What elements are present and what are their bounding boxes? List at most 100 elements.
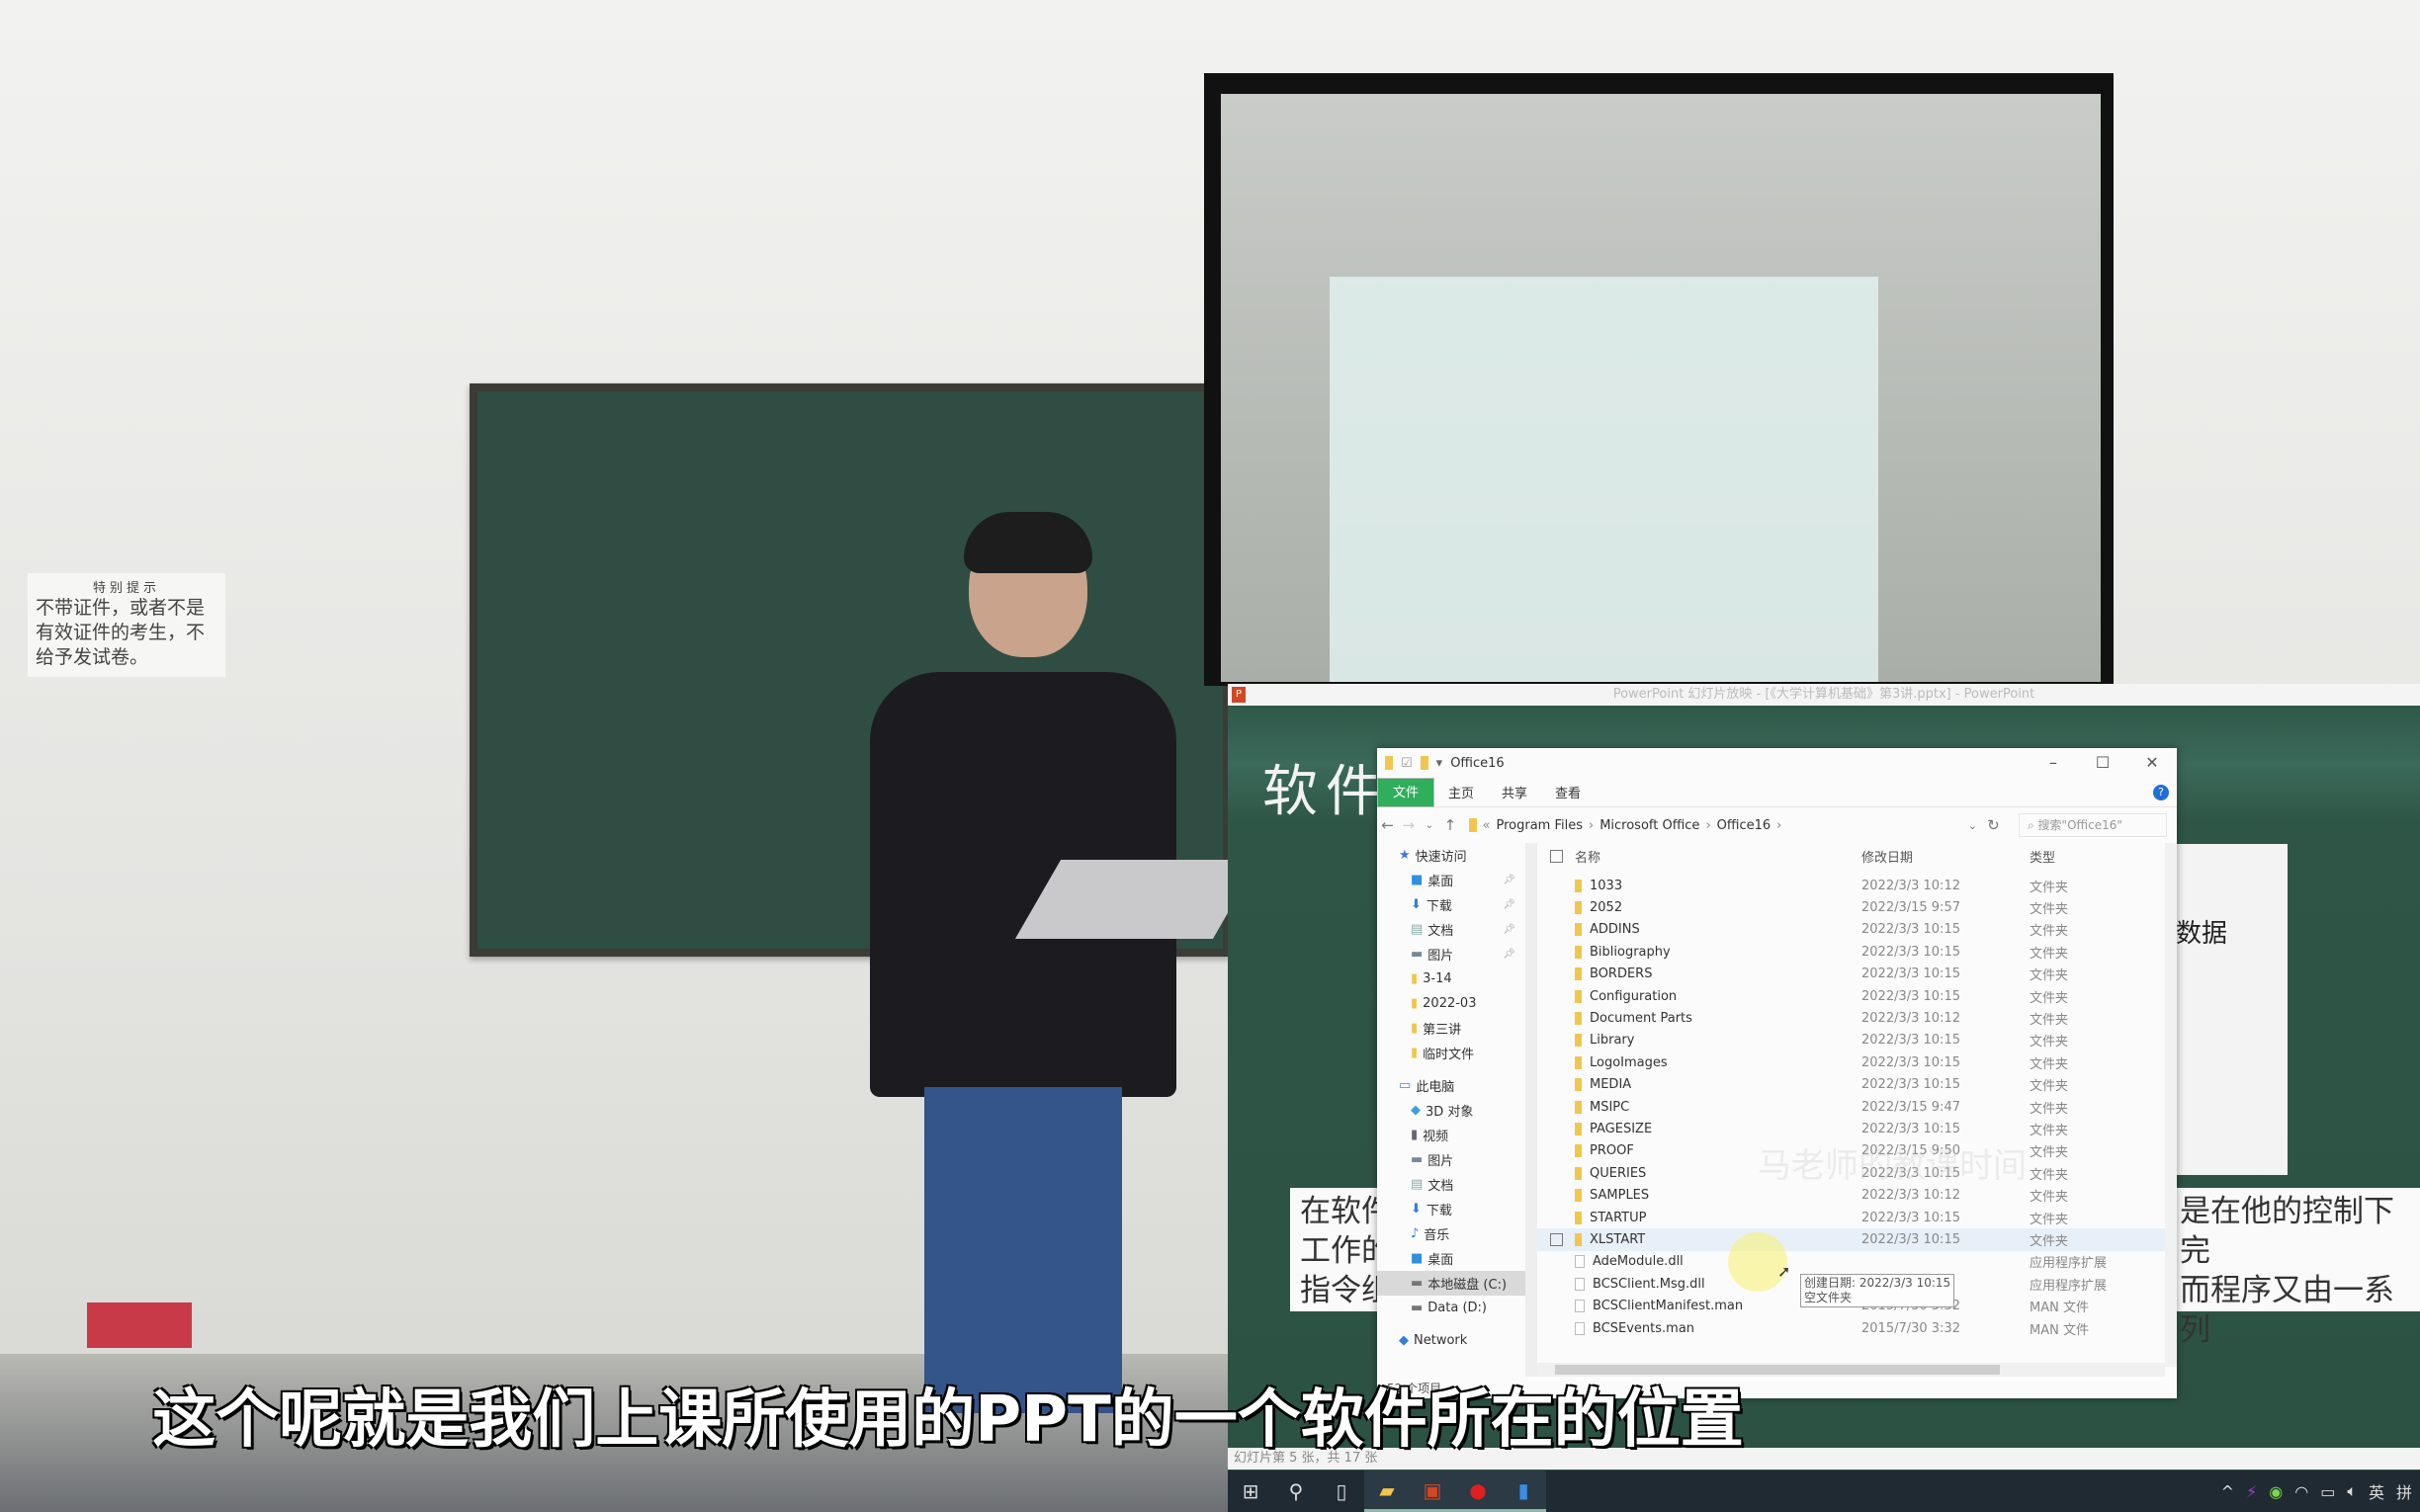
properties-icon[interactable]: ☑ xyxy=(1401,756,1413,771)
close-button[interactable]: ✕ xyxy=(2127,748,2177,778)
address-dropdown-icon[interactable]: ⌄ xyxy=(1962,819,1983,832)
breadcrumb[interactable]: « Program Files › Microsoft Office › Offic… xyxy=(1468,812,1962,838)
column-type[interactable]: 类型 xyxy=(2030,847,2055,866)
sidebar-item[interactable]: ■ 桌面 📌︎ xyxy=(1377,868,1525,892)
task-view-icon[interactable]: ▯ xyxy=(1319,1470,1364,1512)
file-row[interactable]: Document Parts 2022/3/3 10:12 文件夹 xyxy=(1537,1007,2165,1029)
file-date: 2022/3/3 10:15 xyxy=(1861,922,1960,938)
help-icon[interactable]: ? xyxy=(2153,785,2169,800)
sidebar-item[interactable]: ▮ 第三讲 xyxy=(1377,1016,1525,1041)
back-arrow-icon[interactable]: ← xyxy=(1377,816,1398,834)
recorder-icon[interactable]: ● xyxy=(1455,1470,1501,1512)
file-row[interactable]: AdeModule.dll 应用程序扩展 xyxy=(1537,1251,2165,1273)
file-row[interactable]: BORDERS 2022/3/3 10:15 文件夹 xyxy=(1537,964,2165,985)
sidebar-item[interactable]: ▬ 本地磁盘 (C:) xyxy=(1377,1271,1525,1296)
file-row[interactable]: Configuration 2022/3/3 10:15 文件夹 xyxy=(1537,985,2165,1007)
sidebar-item[interactable]: ◆ Network xyxy=(1377,1328,1525,1353)
app-tray-icon[interactable]: ⚡ xyxy=(2246,1482,2257,1501)
file-row[interactable]: 1033 2022/3/3 10:12 文件夹 xyxy=(1537,875,2165,896)
breadcrumb-item[interactable]: Office16 xyxy=(1717,818,1772,833)
explorer-title-bar[interactable]: ☑ ▾ Office16 – ☐ ✕ xyxy=(1377,748,2177,778)
tab-share[interactable]: 共享 xyxy=(1488,783,1541,801)
battery-icon[interactable]: ▭ xyxy=(2320,1482,2335,1501)
file-type: 文件夹 xyxy=(2030,1013,2069,1029)
file-row[interactable]: XLSTART 2022/3/3 10:15 文件夹 xyxy=(1537,1228,2165,1251)
search-input[interactable]: ⌕ 搜索"Office16" xyxy=(2019,813,2167,837)
tab-view[interactable]: 查看 xyxy=(1541,783,1595,801)
file-type: 文件夹 xyxy=(2030,1035,2069,1050)
folder-icon: ▮ xyxy=(1411,971,1419,986)
file-row[interactable]: STARTUP 2022/3/3 10:15 文件夹 xyxy=(1537,1207,2165,1228)
vertical-scrollbar[interactable] xyxy=(2165,843,2177,1367)
mouse-cursor-icon: ➚ xyxy=(1777,1262,1791,1281)
file-row[interactable]: ADDINS 2022/3/3 10:15 文件夹 xyxy=(1537,919,2165,941)
refresh-icon[interactable]: ↻ xyxy=(1983,816,2004,834)
customize-quick-access-icon[interactable]: ▾ xyxy=(1436,756,1443,771)
sidebar-item[interactable]: ▮ 临时文件 xyxy=(1377,1041,1525,1065)
sidebar-item[interactable]: ◆ 3D 对象 xyxy=(1377,1098,1525,1123)
forward-arrow-icon[interactable]: → xyxy=(1398,816,1419,834)
file-row[interactable]: Bibliography 2022/3/3 10:15 文件夹 xyxy=(1537,941,2165,963)
file-row[interactable]: MSIPC 2022/3/15 9:47 文件夹 xyxy=(1537,1096,2165,1118)
search-icon[interactable]: ⚲ xyxy=(1273,1470,1319,1512)
minimize-button[interactable]: – xyxy=(2029,748,2078,778)
sidebar-item[interactable]: ■ 桌面 xyxy=(1377,1246,1525,1271)
sidebar-item-label: 音乐 xyxy=(1424,1228,1450,1243)
sidebar-item-label: 文档 xyxy=(1427,924,1454,939)
breadcrumb-item[interactable]: Microsoft Office xyxy=(1599,818,1699,833)
file-name: MEDIA xyxy=(1590,1077,1632,1093)
folder-icon xyxy=(1575,1100,1582,1114)
system-tray: ^ ⚡ ◉ ◠ ▭ 🔈︎ 英 拼 xyxy=(2221,1470,2412,1512)
wifi-icon[interactable]: ◠ xyxy=(2294,1482,2308,1501)
navigation-scrollbar[interactable] xyxy=(1525,843,1537,1377)
powerpoint-icon[interactable]: ▣ xyxy=(1410,1470,1455,1512)
file-row[interactable]: MEDIA 2022/3/3 10:15 文件夹 xyxy=(1537,1074,2165,1096)
input-language[interactable]: 英 xyxy=(2369,1479,2384,1503)
sidebar-item[interactable]: ⬇ 下载 xyxy=(1377,1197,1525,1221)
sidebar-item-label: 下载 xyxy=(1426,1204,1452,1218)
pin-icon: 📌︎ xyxy=(1503,924,1515,935)
new-folder-icon[interactable] xyxy=(1420,756,1428,770)
breadcrumb-item[interactable]: Program Files xyxy=(1496,818,1583,833)
input-method[interactable]: 拼 xyxy=(2396,1479,2412,1503)
sidebar-item[interactable]: ▭ 此电脑 xyxy=(1377,1073,1525,1098)
column-date[interactable]: 修改日期 xyxy=(1861,847,2030,866)
maximize-button[interactable]: ☐ xyxy=(2078,748,2127,778)
file-row[interactable]: 2052 2022/3/15 9:57 文件夹 xyxy=(1537,896,2165,918)
recording-tray-icon[interactable]: ◉ xyxy=(2269,1482,2283,1501)
sidebar-item[interactable]: ▬ Data (D:) xyxy=(1377,1296,1525,1320)
file-name: PAGESIZE xyxy=(1590,1121,1653,1136)
sidebar-item-label: 第三讲 xyxy=(1423,1023,1462,1038)
sidebar-item[interactable]: ▬ 图片 📌︎ xyxy=(1377,942,1525,966)
start-icon[interactable]: ⊞ xyxy=(1228,1470,1273,1512)
sidebar-item[interactable]: ♪ 音乐 xyxy=(1377,1221,1525,1246)
sidebar-item[interactable]: ▮ 2022-03 xyxy=(1377,991,1525,1016)
app-icon[interactable]: ▮ xyxy=(1501,1470,1546,1512)
volume-icon[interactable]: 🔈︎ xyxy=(2347,1481,2357,1501)
up-arrow-icon[interactable]: ↑ xyxy=(1439,816,1460,834)
file-explorer-icon[interactable]: ▰ xyxy=(1364,1470,1410,1512)
file-row[interactable]: LogoImages 2022/3/3 10:15 文件夹 xyxy=(1537,1051,2165,1073)
sidebar-item[interactable]: ▤ 文档 xyxy=(1377,1172,1525,1197)
document-icon: ▤ xyxy=(1411,1177,1424,1192)
recent-dropdown-icon[interactable]: ⌄ xyxy=(1419,820,1439,831)
file-row[interactable]: BCSEvents.man 2015/7/30 3:32 MAN 文件 xyxy=(1537,1317,2165,1339)
sidebar-item[interactable]: ▮ 3-14 xyxy=(1377,966,1525,991)
tab-file[interactable]: 文件 xyxy=(1377,777,1434,807)
column-name[interactable]: 名称 xyxy=(1575,847,1861,866)
sidebar-item[interactable]: ▬ 图片 xyxy=(1377,1147,1525,1172)
file-row[interactable]: Library 2022/3/3 10:15 文件夹 xyxy=(1537,1030,2165,1051)
select-all-checkbox[interactable] xyxy=(1549,849,1563,863)
file-row[interactable]: PAGESIZE 2022/3/3 10:15 文件夹 xyxy=(1537,1118,2165,1139)
file-name: SAMPLES xyxy=(1590,1188,1650,1204)
sidebar-item[interactable]: ▤ 文档 📌︎ xyxy=(1377,917,1525,942)
sidebar-item[interactable]: ▮ 视频 xyxy=(1377,1123,1525,1147)
row-checkbox[interactable] xyxy=(1549,1232,1563,1246)
file-row[interactable]: SAMPLES 2022/3/3 10:12 文件夹 xyxy=(1537,1184,2165,1206)
sidebar-item-label: 此电脑 xyxy=(1416,1080,1455,1095)
show-hidden-icons[interactable]: ^ xyxy=(2221,1482,2234,1501)
sidebar-item[interactable]: ⬇ 下载 📌︎ xyxy=(1377,892,1525,917)
tab-home[interactable]: 主页 xyxy=(1434,783,1488,801)
sidebar-item[interactable]: ★ 快速访问 xyxy=(1377,843,1525,868)
folder-icon xyxy=(1575,1012,1582,1026)
